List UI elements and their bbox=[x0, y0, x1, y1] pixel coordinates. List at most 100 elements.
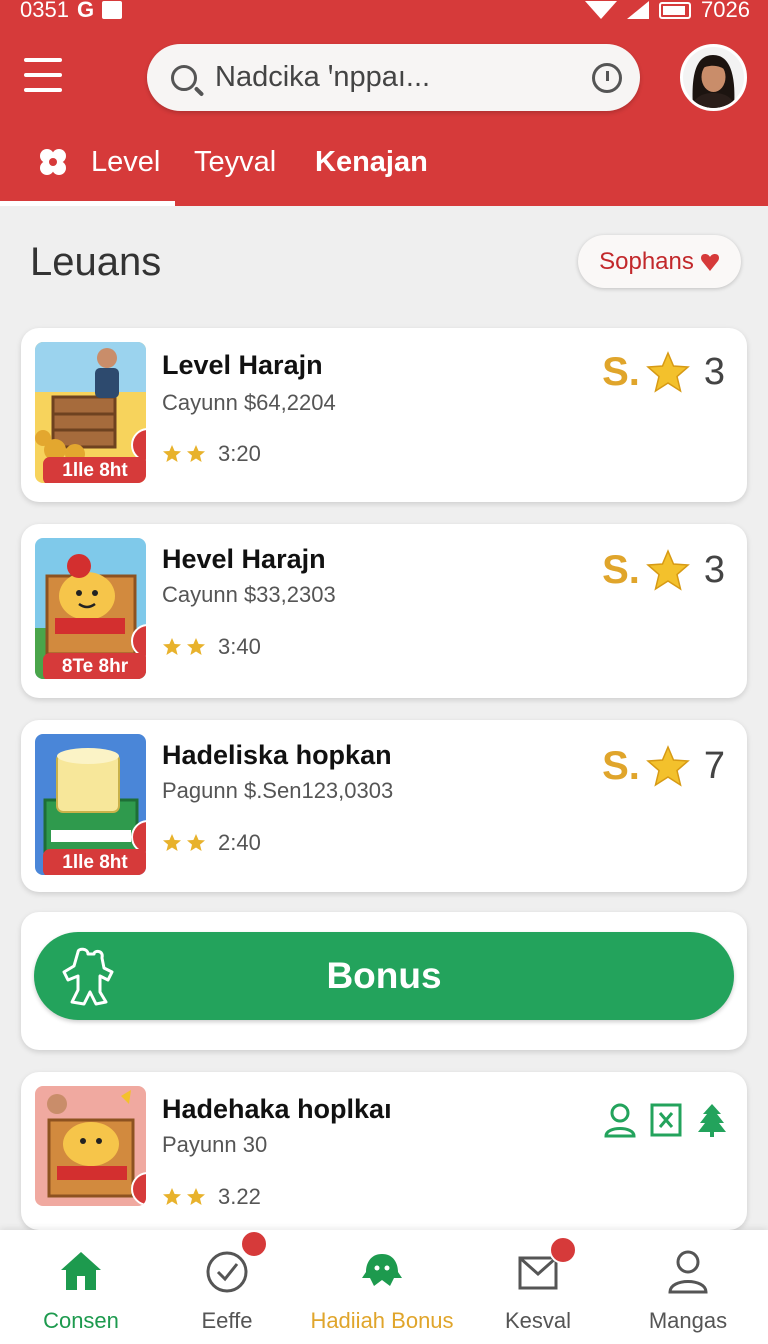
gold-star-icon bbox=[645, 548, 690, 591]
home-icon bbox=[61, 1252, 101, 1290]
nav-item-eeffe[interactable]: Eeffe bbox=[152, 1230, 302, 1344]
rating-value: 3.22 bbox=[218, 1184, 261, 1209]
nav-label: Kesval bbox=[504, 1308, 572, 1333]
rating-value: 2:40 bbox=[218, 830, 261, 855]
rating-value: 3:40 bbox=[218, 634, 261, 659]
search-icon bbox=[171, 64, 197, 91]
sophans-chip[interactable]: Sophans bbox=[578, 235, 741, 288]
timer-icon[interactable] bbox=[592, 62, 622, 93]
item-subtitle: Payunn 30 bbox=[162, 1132, 268, 1157]
item-thumbnail: 1lle 8ht bbox=[35, 342, 146, 483]
thumbnail-label: 8Te 8hr bbox=[43, 653, 146, 679]
tab-bar: Level Teyval Kenajan bbox=[0, 140, 768, 206]
item-subtitle: Cayunn $33,2303 bbox=[162, 582, 336, 607]
item-count: 3 bbox=[703, 549, 725, 591]
star-icon bbox=[187, 445, 205, 462]
item-action-icons bbox=[603, 1102, 729, 1138]
nav-label: Eeffe bbox=[201, 1308, 253, 1333]
nav-label: Mangas bbox=[648, 1308, 728, 1333]
notification-icon bbox=[102, 1, 123, 19]
list-item[interactable]: 8Te 8hr Hevel Harajn Cayunn $33,2303 3:4… bbox=[21, 524, 747, 698]
thumbnail-label: 1lle 8ht bbox=[43, 849, 146, 875]
item-subtitle: Cayunn $64,2204 bbox=[162, 390, 336, 415]
status-bar: 0351 G 7026 bbox=[0, 0, 768, 24]
nav-label: Consen bbox=[43, 1308, 119, 1333]
star-icon bbox=[187, 834, 205, 851]
list-item[interactable]: 1lle 8ht Hadeliska hopkan Pagunn $.Sen12… bbox=[21, 720, 747, 892]
gold-star-icon bbox=[645, 744, 690, 787]
star-icon bbox=[163, 638, 181, 655]
network-letter: G bbox=[76, 0, 95, 22]
spreadsheet-icon[interactable] bbox=[649, 1102, 683, 1138]
user-outline-icon[interactable] bbox=[603, 1102, 637, 1138]
thumbnail-label: 1lle 8ht bbox=[43, 457, 146, 483]
search-input[interactable] bbox=[215, 61, 592, 94]
item-thumbnail: 8Te 8hr bbox=[35, 538, 146, 679]
signal-icon bbox=[627, 1, 650, 19]
bonus-icon bbox=[362, 1254, 402, 1286]
item-subtitle: Pagunn $.Sen123,0303 bbox=[162, 778, 394, 803]
tab-level[interactable]: Level bbox=[37, 140, 160, 206]
item-score: S. 3 bbox=[602, 350, 725, 395]
s-mark: S. bbox=[602, 350, 640, 394]
section-title: Leuans bbox=[30, 240, 162, 284]
menu-icon[interactable] bbox=[24, 58, 62, 92]
item-rating: 2:40 bbox=[162, 830, 261, 856]
battery-text: 7026 bbox=[701, 0, 750, 22]
battery-icon bbox=[659, 1, 692, 19]
tab-label: Kenajan bbox=[315, 146, 428, 178]
item-score: S. 3 bbox=[602, 548, 725, 593]
heart-icon bbox=[700, 253, 719, 271]
wifi-icon bbox=[585, 1, 618, 19]
nav-item-kesval[interactable]: Kesval bbox=[463, 1230, 613, 1344]
notification-dot bbox=[240, 1230, 268, 1258]
list-item[interactable]: 1lle 8ht Level Harajn Cayunn $64,2204 3:… bbox=[21, 328, 747, 502]
nav-item-hadiiah-bonus[interactable]: Hadiiah Bonus bbox=[298, 1230, 466, 1344]
star-icon bbox=[163, 445, 181, 462]
bonus-label: Bonus bbox=[326, 955, 442, 996]
item-score: S. 7 bbox=[602, 744, 725, 789]
gold-star-icon bbox=[645, 350, 690, 393]
user-icon bbox=[668, 1250, 708, 1294]
item-title: Hadeliska hopkan bbox=[162, 740, 392, 770]
star-icon bbox=[187, 638, 205, 655]
star-icon bbox=[163, 834, 181, 851]
s-mark: S. bbox=[602, 744, 640, 788]
nav-label: Hadiiah Bonus bbox=[310, 1308, 454, 1333]
item-rating: 3.22 bbox=[162, 1184, 261, 1210]
bonus-button[interactable]: Bonus bbox=[34, 932, 734, 1020]
status-time: 0351 bbox=[20, 0, 69, 22]
nav-item-consen[interactable]: Consen bbox=[6, 1230, 156, 1344]
notification-dot bbox=[549, 1236, 577, 1264]
tab-label: Level bbox=[91, 146, 161, 178]
avatar[interactable] bbox=[680, 44, 747, 111]
item-thumbnail bbox=[35, 1086, 146, 1206]
star-icon bbox=[163, 1188, 181, 1205]
star-icon bbox=[187, 1188, 205, 1205]
item-count: 3 bbox=[703, 351, 725, 393]
tab-label: Teyval bbox=[194, 146, 277, 178]
item-rating: 3:40 bbox=[162, 634, 261, 660]
item-title: Hevel Harajn bbox=[162, 544, 326, 574]
item-rating: 3:20 bbox=[162, 441, 261, 467]
tree-icon[interactable] bbox=[695, 1102, 729, 1138]
item-thumbnail: 1lle 8ht bbox=[35, 734, 146, 875]
nav-item-mangas[interactable]: Mangas bbox=[613, 1230, 763, 1344]
puzzle-person-icon bbox=[62, 947, 114, 1006]
tab-teyval[interactable]: Teyval bbox=[194, 140, 276, 206]
item-title: Hadehaka hoplkaı bbox=[162, 1094, 392, 1124]
search-bar[interactable] bbox=[147, 44, 640, 111]
bottom-nav: Consen Eeffe Hadiiah Bonus Kesval Mangas bbox=[0, 1230, 768, 1344]
chip-label: Sophans bbox=[599, 247, 694, 275]
list-item[interactable]: Hadehaka hoplkaı Payunn 30 3.22 bbox=[21, 1072, 747, 1230]
check-circle-icon bbox=[206, 1251, 248, 1293]
s-mark: S. bbox=[602, 548, 640, 592]
item-title: Level Harajn bbox=[162, 350, 323, 380]
item-count: 7 bbox=[703, 745, 725, 787]
active-tab-indicator bbox=[0, 201, 175, 206]
rating-value: 3:20 bbox=[218, 441, 261, 466]
gamepad-icon bbox=[40, 149, 66, 175]
tab-kenajan[interactable]: Kenajan bbox=[315, 140, 428, 206]
app-header: 0351 G 7026 Nadcika ꞌnppaı... Level Teyv… bbox=[0, 0, 768, 206]
bonus-card: Bonus bbox=[21, 912, 747, 1050]
